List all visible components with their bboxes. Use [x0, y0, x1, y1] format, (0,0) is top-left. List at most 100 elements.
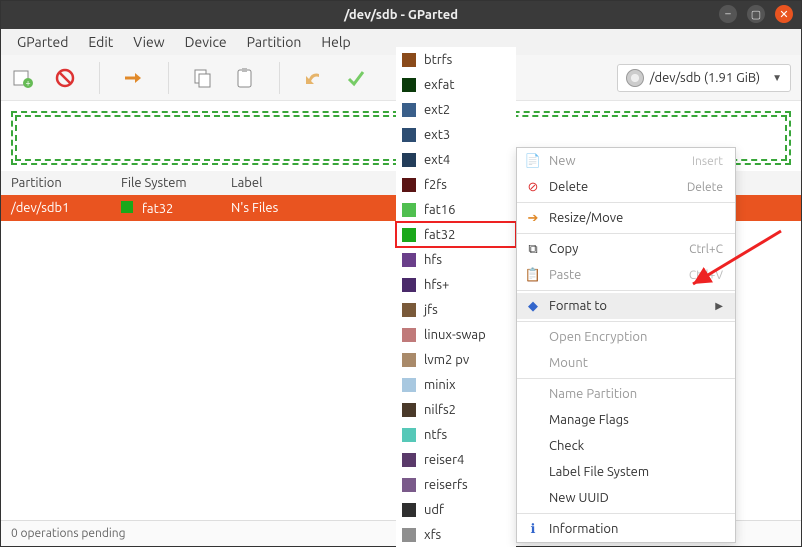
fs-color-swatch — [402, 428, 416, 442]
fs-color-swatch — [402, 153, 416, 167]
cell-partition: /dev/sdb1 — [11, 201, 121, 215]
fs-item-ntfs[interactable]: ntfs — [396, 422, 516, 447]
ctx-label-filesystem[interactable]: Label File System — [517, 459, 735, 485]
close-button[interactable]: ✕ — [775, 5, 793, 23]
fs-color-swatch — [402, 78, 416, 92]
fs-item-label: nilfs2 — [424, 403, 456, 417]
fs-item-fat16[interactable]: fat16 — [396, 197, 516, 222]
device-selector[interactable]: /dev/sdb (1.91 GiB) ▼ — [617, 64, 791, 92]
fs-color-swatch — [402, 103, 416, 117]
minimize-button[interactable]: – — [719, 5, 737, 23]
fs-item-linux-swap[interactable]: linux-swap — [396, 322, 516, 347]
delete-icon: ⊘ — [525, 179, 541, 195]
submenu-arrow-icon: ▶ — [715, 300, 723, 312]
disk-icon — [626, 69, 644, 87]
cell-filesystem: fat32 — [121, 201, 231, 216]
ctx-delete[interactable]: ⊘ DeleteDelete — [517, 174, 735, 200]
fs-item-nilfs2[interactable]: nilfs2 — [396, 397, 516, 422]
menu-view[interactable]: View — [123, 32, 174, 52]
menu-partition[interactable]: Partition — [237, 32, 312, 52]
fs-item-label: f2fs — [424, 178, 447, 192]
fs-item-ext3[interactable]: ext3 — [396, 122, 516, 147]
apply-icon[interactable] — [344, 66, 368, 90]
fs-item-ext2[interactable]: ext2 — [396, 97, 516, 122]
menu-help[interactable]: Help — [311, 32, 360, 52]
fs-item-label: minix — [424, 378, 456, 392]
filesystem-submenu: btrfs exfat ext2 ext3 ext4 f2fs fat16fat32 hfs h… — [396, 47, 516, 547]
menu-device[interactable]: Device — [175, 32, 237, 52]
fs-color-swatch — [402, 128, 416, 142]
fs-item-reiserfs[interactable]: reiserfs — [396, 472, 516, 497]
ctx-manage-flags[interactable]: Manage Flags — [517, 407, 735, 433]
fs-color-swatch — [402, 328, 416, 342]
fs-color-swatch — [402, 478, 416, 492]
ctx-paste: 📋 PasteCtrl+V — [517, 262, 735, 288]
col-partition[interactable]: Partition — [11, 176, 121, 190]
ctx-mount: Mount — [517, 350, 735, 376]
ctx-open-encryption: Open Encryption — [517, 324, 735, 350]
fs-item-label: hfs+ — [424, 278, 449, 292]
fs-item-label: xfs — [424, 528, 441, 542]
fs-color-swatch — [402, 378, 416, 392]
ctx-format-to[interactable]: ◆ Format to▶ — [517, 293, 735, 319]
fs-item-udf[interactable]: udf — [396, 497, 516, 522]
fs-color-swatch — [402, 253, 416, 267]
fs-item-minix[interactable]: minix — [396, 372, 516, 397]
ctx-copy[interactable]: ⧉ CopyCtrl+C — [517, 236, 735, 262]
titlebar: /dev/sdb - GParted – ▢ ✕ — [1, 1, 801, 29]
menu-edit[interactable]: Edit — [78, 32, 123, 52]
fs-item-ext4[interactable]: ext4 — [396, 147, 516, 172]
fs-item-label: jfs — [424, 303, 438, 317]
delete-icon[interactable] — [53, 66, 77, 90]
fs-color-swatch — [121, 201, 133, 213]
fs-item-btrfs[interactable]: btrfs — [396, 47, 516, 72]
new-partition-icon[interactable]: + — [11, 66, 35, 90]
col-label[interactable]: Label — [231, 176, 381, 190]
fs-item-hfs[interactable]: hfs — [396, 247, 516, 272]
window-title: /dev/sdb - GParted — [344, 8, 458, 22]
fs-item-label: udf — [424, 503, 444, 517]
ctx-resize[interactable]: ➔ Resize/Move — [517, 205, 735, 231]
ctx-name-partition: Name Partition — [517, 381, 735, 407]
fs-item-label: linux-swap — [424, 328, 486, 342]
fs-item-label: ext2 — [424, 103, 450, 117]
cell-label: N's Files — [231, 201, 381, 215]
svg-text:+: + — [25, 78, 30, 88]
resize-icon[interactable] — [122, 66, 146, 90]
fs-item-f2fs[interactable]: f2fs — [396, 172, 516, 197]
fs-item-exfat[interactable]: exfat — [396, 72, 516, 97]
fs-color-swatch — [402, 403, 416, 417]
fs-color-swatch — [402, 503, 416, 517]
fs-color-swatch — [402, 203, 416, 217]
copy-icon[interactable] — [191, 66, 215, 90]
undo-icon[interactable] — [302, 66, 326, 90]
fs-item-label: ext3 — [424, 128, 450, 142]
fs-item-jfs[interactable]: jfs — [396, 297, 516, 322]
fs-color-swatch — [402, 303, 416, 317]
ctx-check[interactable]: Check — [517, 433, 735, 459]
fs-item-label: reiserfs — [424, 478, 468, 492]
ctx-information[interactable]: ℹ Information — [517, 516, 735, 542]
fs-item-lvm2-pv[interactable]: lvm2 pv — [396, 347, 516, 372]
fs-item-label: hfs — [424, 253, 442, 267]
fs-color-swatch — [402, 178, 416, 192]
col-filesystem[interactable]: File System — [121, 176, 231, 190]
fs-item-reiser4[interactable]: reiser4 — [396, 447, 516, 472]
menu-gparted[interactable]: GParted — [7, 32, 78, 52]
fs-color-swatch — [402, 53, 416, 67]
paste-icon[interactable] — [233, 66, 257, 90]
fs-color-swatch — [402, 353, 416, 367]
fs-item-hfs+[interactable]: hfs+ — [396, 272, 516, 297]
fs-color-swatch — [402, 228, 416, 242]
ctx-new-uuid[interactable]: New UUID — [517, 485, 735, 511]
maximize-button[interactable]: ▢ — [747, 5, 765, 23]
new-icon: 📄 — [525, 153, 541, 169]
fs-item-label: lvm2 pv — [424, 353, 469, 367]
fs-color-swatch — [402, 528, 416, 542]
resize-icon: ➔ — [525, 210, 541, 226]
fs-item-label: exfat — [424, 78, 454, 92]
chevron-down-icon: ▼ — [766, 72, 782, 84]
context-menu: 📄 NewInsert ⊘ DeleteDelete ➔ Resize/Move… — [516, 147, 736, 543]
fs-item-xfs[interactable]: xfs — [396, 522, 516, 547]
fs-item-fat32[interactable]: fat32 — [396, 222, 516, 247]
